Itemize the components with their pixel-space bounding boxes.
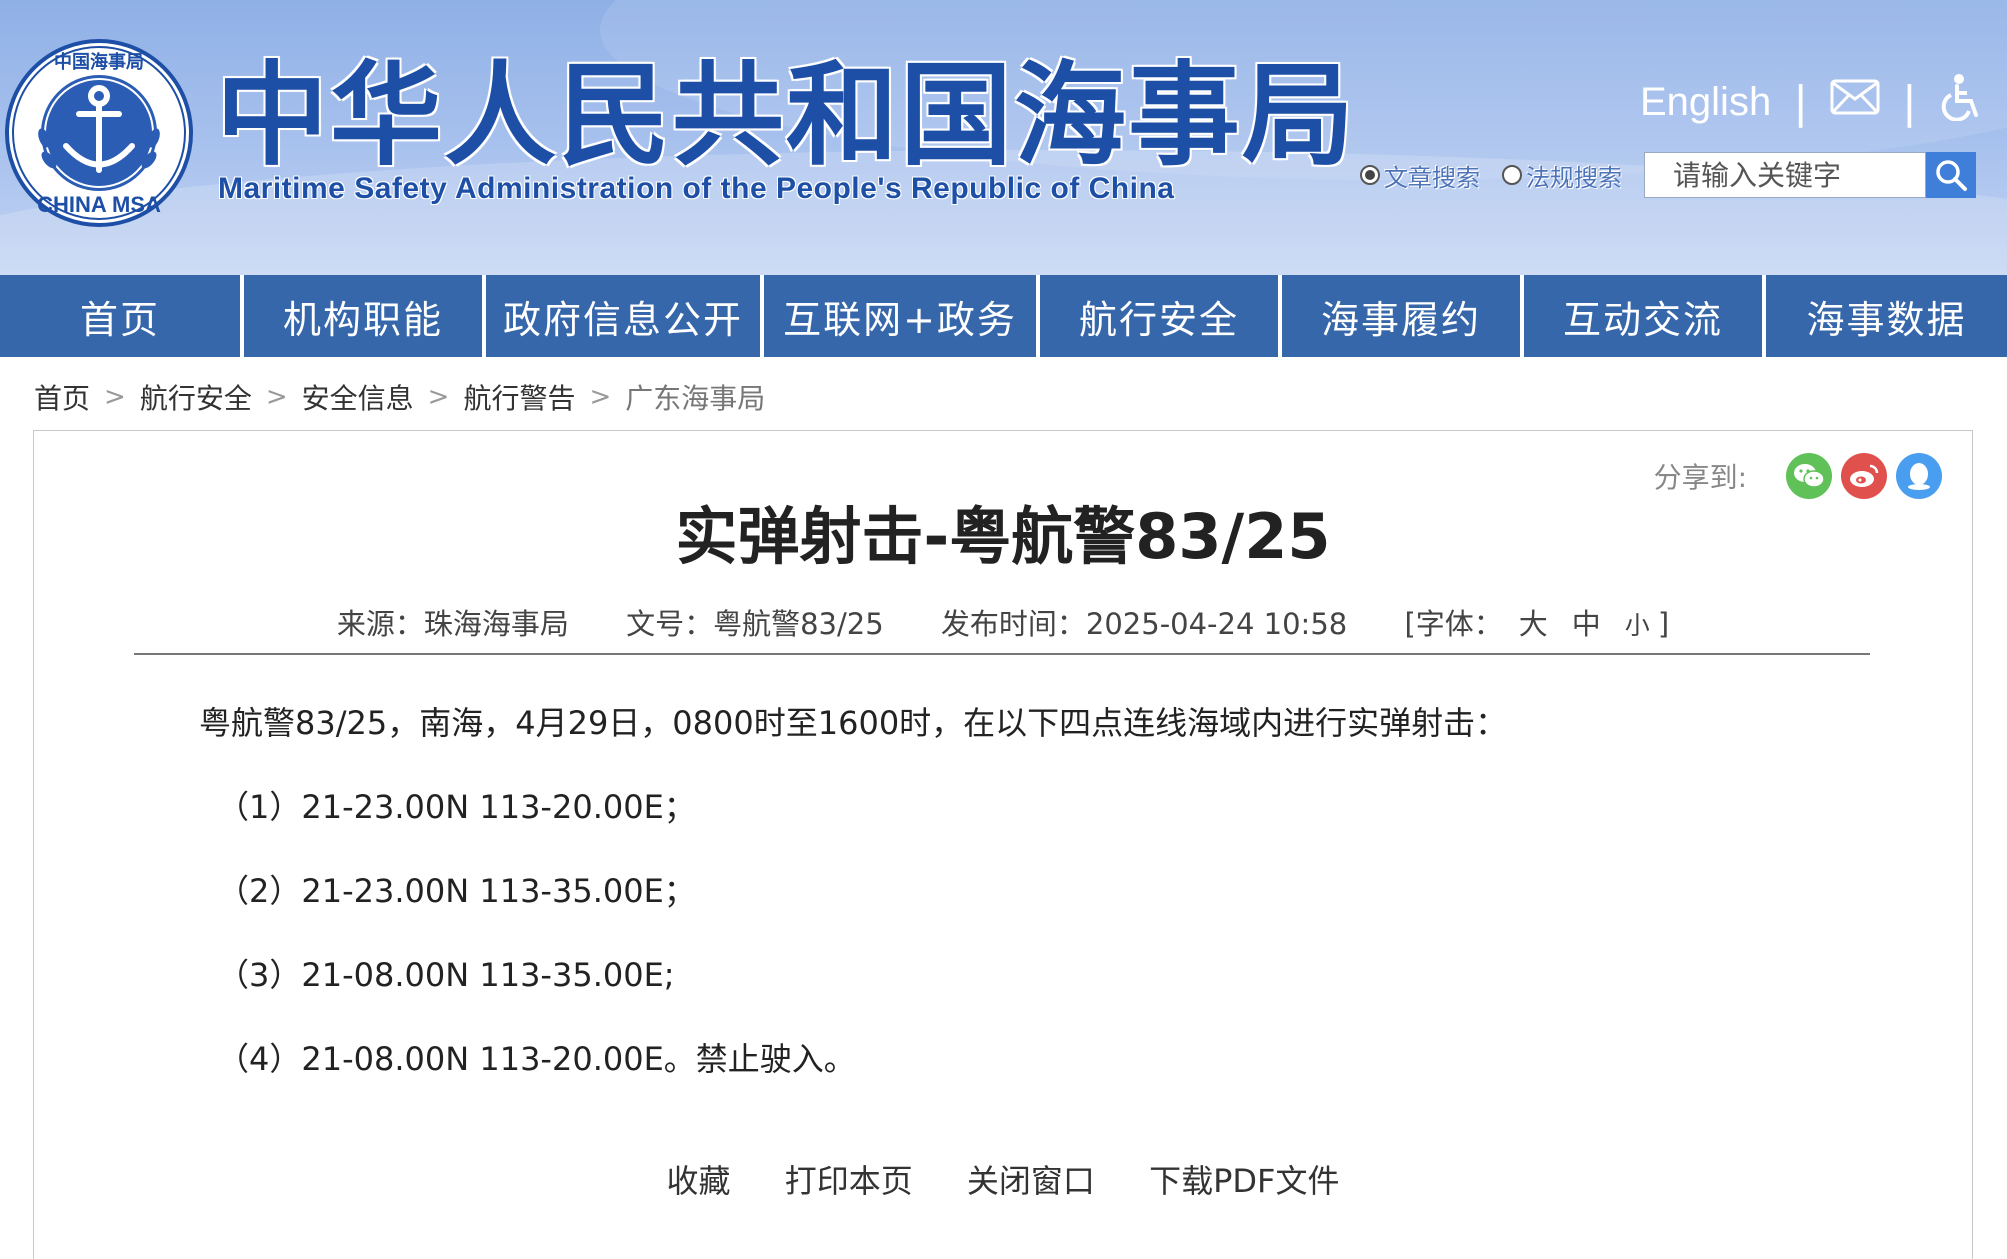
main-nav: 首页 机构职能 政府信息公开 互联网+政务 航行安全 海事履约 互动交流 海事数… <box>0 275 2007 357</box>
svg-text:中国海事局: 中国海事局 <box>54 51 144 73</box>
site-header: 中国海事局 CHINA MSA 中华人民共和国海事局 Maritime Safe… <box>0 0 2007 275</box>
breadcrumb-separator: > <box>427 382 450 412</box>
search-input[interactable] <box>1644 152 1926 198</box>
article-panel: 分享到: 实弹射击-粤航警83/25 来源：珠海海事局 文号：粤航警83/25 … <box>33 430 1973 1259</box>
font-size-label: [字体： <box>1404 607 1503 641</box>
breadcrumb-separator: > <box>265 382 288 412</box>
msa-logo[interactable]: 中国海事局 CHINA MSA <box>4 38 194 228</box>
search-icon <box>1936 160 1967 191</box>
separator: | <box>1793 76 1809 128</box>
radio-checked-icon <box>1360 165 1380 185</box>
close-window-link[interactable]: 关闭窗口 <box>967 1162 1095 1200</box>
nav-item-gov-info[interactable]: 政府信息公开 <box>486 275 760 357</box>
svg-text:CHINA MSA: CHINA MSA <box>37 192 161 217</box>
breadcrumb-guangdong-msa[interactable]: 广东海事局 <box>625 377 765 417</box>
nav-item-organization[interactable]: 机构职能 <box>244 275 482 357</box>
article-actions: 收藏 打印本页 关闭窗口 下载PDF文件 <box>34 1156 1972 1202</box>
coordinate-point: （3）21-08.00N 113-35.00E; <box>217 956 675 994</box>
breadcrumb-navigation-safety[interactable]: 航行安全 <box>140 377 252 417</box>
accessibility-icon[interactable] <box>1939 73 1983 131</box>
coordinate-point: （1）21-23.00N 113-20.00E； <box>217 788 696 826</box>
search-bar: 文章搜索 法规搜索 <box>1360 150 1976 200</box>
site-subtitle: Maritime Safety Administration of the Pe… <box>218 172 1175 205</box>
nav-item-navigation-safety[interactable]: 航行安全 <box>1040 275 1278 357</box>
article-publish-time: 发布时间：2025-04-24 10:58 <box>940 607 1348 641</box>
breadcrumb-separator: > <box>589 382 612 412</box>
favorite-link[interactable]: 收藏 <box>667 1162 731 1200</box>
article-title: 实弹射击-粤航警83/25 <box>675 500 1331 573</box>
breadcrumb-navigation-warning[interactable]: 航行警告 <box>463 377 575 417</box>
article-meta: 来源：珠海海事局 文号：粤航警83/25 发布时间：2025-04-24 10:… <box>34 601 1972 643</box>
coordinate-point: （2）21-23.00N 113-35.00E； <box>217 872 696 910</box>
font-size-large[interactable]: 大 <box>1519 607 1548 641</box>
site-title: 中华人民共和国海事局 <box>216 51 1356 181</box>
top-links: English | | <box>1640 74 1983 130</box>
font-size-medium[interactable]: 中 <box>1572 607 1601 641</box>
font-size-end: ] <box>1657 607 1670 641</box>
nav-item-home[interactable]: 首页 <box>0 275 240 357</box>
radio-law-search[interactable]: 法规搜索 <box>1502 158 1622 193</box>
font-size-small[interactable]: 小 <box>1625 611 1650 640</box>
nav-item-internet-gov[interactable]: 互联网+政务 <box>764 275 1036 357</box>
breadcrumb-home[interactable]: 首页 <box>34 377 90 417</box>
breadcrumb-separator: > <box>104 382 126 412</box>
mail-icon[interactable] <box>1830 79 1880 125</box>
article-intro: 粤航警83/25，南海，4月29日，0800时至1600时，在以下四点连线海域内… <box>199 704 1508 742</box>
title-divider <box>134 653 1870 655</box>
article-source: 来源：珠海海事局 <box>336 607 569 641</box>
breadcrumb: 首页 > 航行安全 > 安全信息 > 航行警告 > 广东海事局 <box>34 375 765 419</box>
radio-unchecked-icon <box>1502 165 1522 185</box>
article-doc-number: 文号：粤航警83/25 <box>626 607 884 641</box>
nav-item-maritime-convention[interactable]: 海事履约 <box>1282 275 1520 357</box>
nav-item-maritime-data[interactable]: 海事数据 <box>1766 275 2007 357</box>
separator: | <box>1902 76 1917 128</box>
article-body: 粤航警83/25，南海，4月29日，0800时至1600时，在以下四点连线海域内… <box>199 701 1799 1121</box>
search-button[interactable] <box>1926 152 1976 198</box>
font-size-controls: [字体： 大中小] <box>1404 607 1669 641</box>
radio-article-search[interactable]: 文章搜索 <box>1360 158 1480 193</box>
nav-item-interaction[interactable]: 互动交流 <box>1524 275 1762 357</box>
print-link[interactable]: 打印本页 <box>785 1162 913 1200</box>
english-link[interactable]: English <box>1640 80 1771 125</box>
coordinate-point: （4）21-08.00N 113-20.00E。禁止驶入。 <box>217 1040 856 1078</box>
download-pdf-link[interactable]: 下载PDF文件 <box>1149 1162 1339 1200</box>
breadcrumb-safety-info[interactable]: 安全信息 <box>302 377 414 417</box>
